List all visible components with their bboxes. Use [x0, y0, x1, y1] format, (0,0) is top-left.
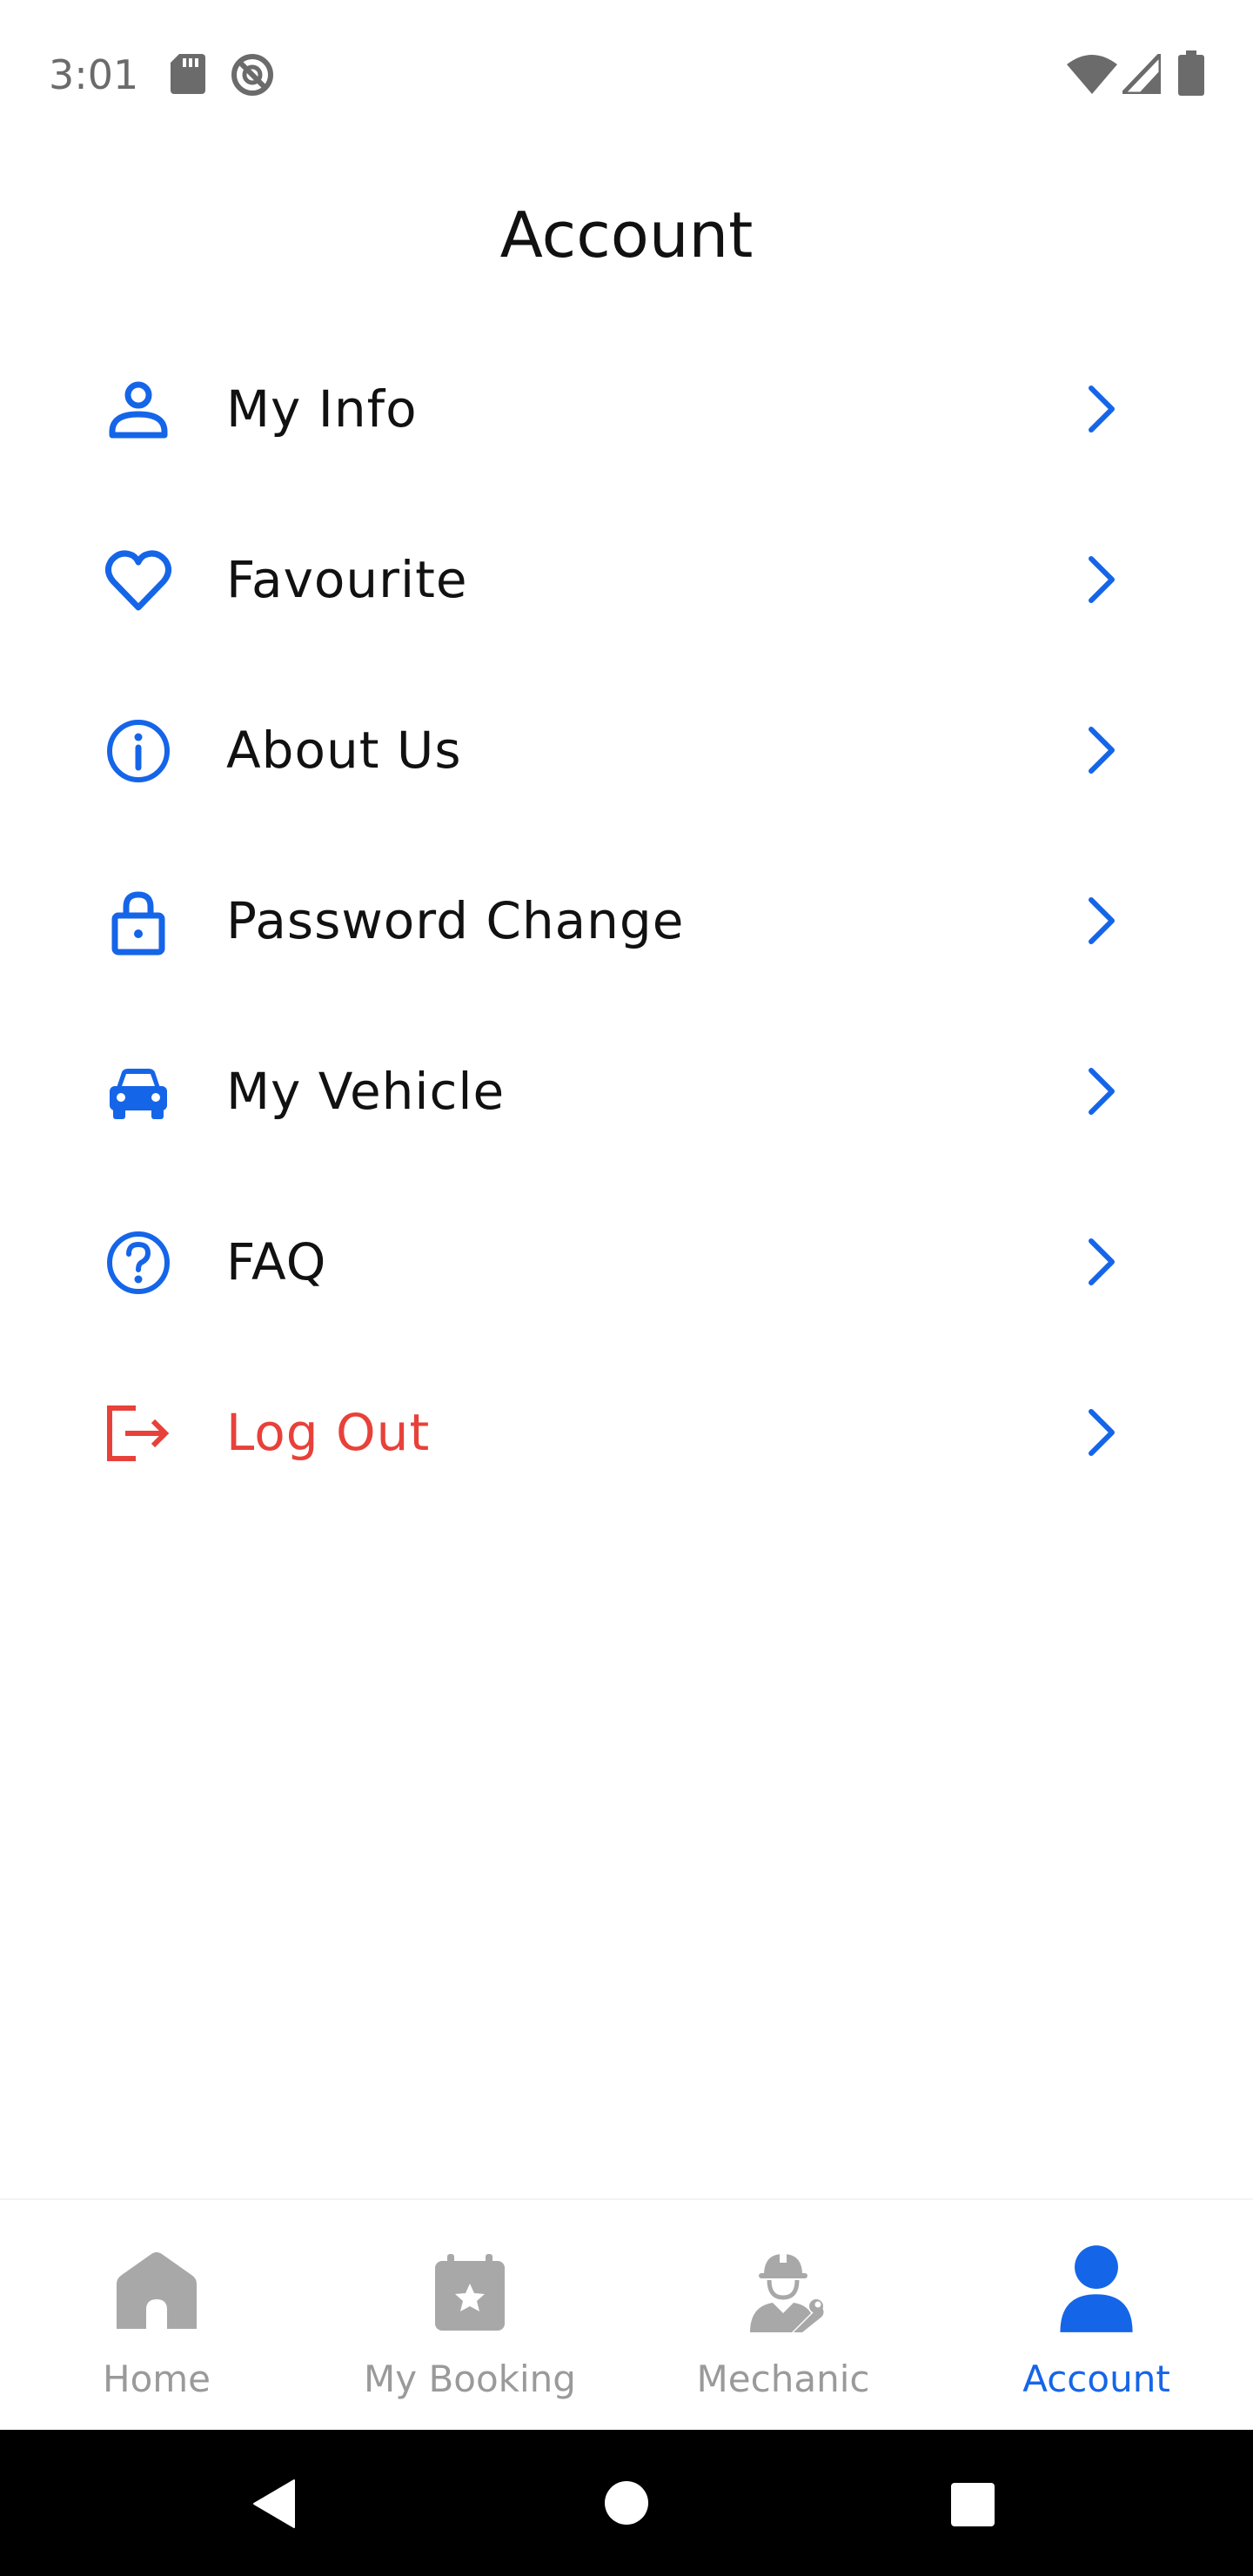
- person-icon: [109, 381, 168, 439]
- menu-item-label: About Us: [226, 721, 462, 780]
- sd-card-icon: [171, 54, 205, 94]
- car-icon: [110, 1069, 167, 1119]
- tab-account[interactable]: Account: [940, 2200, 1253, 2432]
- home-icon: [117, 2252, 197, 2329]
- menu-item-label: Password Change: [226, 891, 685, 950]
- back-icon[interactable]: [252, 2479, 298, 2529]
- battery-icon: [1178, 50, 1204, 96]
- account-screen: 3:01 Account My Info Favourite About Us …: [0, 0, 1253, 2576]
- menu-item-my-vehicle[interactable]: My Vehicle: [0, 1003, 1253, 1173]
- menu-item-label: My Info: [226, 379, 418, 439]
- menu-item-log-out[interactable]: Log Out: [0, 1344, 1253, 1514]
- tab-home[interactable]: Home: [0, 2200, 313, 2432]
- recents-icon[interactable]: [950, 2482, 995, 2527]
- info-icon: [107, 720, 170, 782]
- menu-item-label: FAQ: [226, 1232, 327, 1291]
- account-icon: [1060, 2245, 1133, 2332]
- logout-icon: [107, 1405, 170, 1461]
- wifi-icon: [1067, 55, 1117, 94]
- menu-item-my-info[interactable]: My Info: [0, 320, 1253, 491]
- menu-item-label: Log Out: [226, 1403, 431, 1462]
- page-title: Account: [499, 198, 754, 272]
- lock-icon: [111, 891, 165, 956]
- do-not-disturb-icon: [231, 54, 273, 96]
- chevron-right-icon: [1089, 897, 1115, 944]
- chevron-right-icon: [1089, 1409, 1115, 1456]
- tab-mechanic[interactable]: Mechanic: [626, 2200, 940, 2432]
- menu-item-about-us[interactable]: About Us: [0, 661, 1253, 832]
- status-bar: 3:01: [0, 0, 1253, 148]
- menu-item-label: Favourite: [226, 550, 468, 609]
- menu-item-faq[interactable]: FAQ: [0, 1173, 1253, 1344]
- system-navigation-bar: [0, 2430, 1253, 2576]
- tab-label: My Booking: [364, 2358, 576, 2400]
- chevron-right-icon: [1089, 386, 1115, 433]
- tab-label: Account: [1022, 2358, 1170, 2400]
- chevron-right-icon: [1089, 1238, 1115, 1285]
- menu-item-favourite[interactable]: Favourite: [0, 491, 1253, 661]
- chevron-right-icon: [1089, 727, 1115, 774]
- tab-my-booking[interactable]: My Booking: [313, 2200, 626, 2432]
- cell-signal-icon: [1122, 54, 1161, 94]
- chevron-right-icon: [1089, 1068, 1115, 1115]
- account-menu-list: My Info Favourite About Us Password Chan…: [0, 320, 1253, 1514]
- home-circle-icon[interactable]: [604, 2480, 649, 2526]
- calendar-star-icon: [435, 2254, 505, 2331]
- bottom-navigation: Home My Booking Mechanic Account: [0, 2198, 1253, 2432]
- status-time: 3:01: [49, 51, 139, 98]
- tab-label: Home: [102, 2358, 211, 2400]
- heart-icon: [105, 550, 171, 611]
- menu-item-password-change[interactable]: Password Change: [0, 832, 1253, 1003]
- mechanic-icon: [750, 2251, 824, 2332]
- menu-item-label: My Vehicle: [226, 1062, 506, 1121]
- tab-label: Mechanic: [696, 2358, 870, 2400]
- chevron-right-icon: [1089, 556, 1115, 603]
- help-circle-icon: [107, 1231, 170, 1294]
